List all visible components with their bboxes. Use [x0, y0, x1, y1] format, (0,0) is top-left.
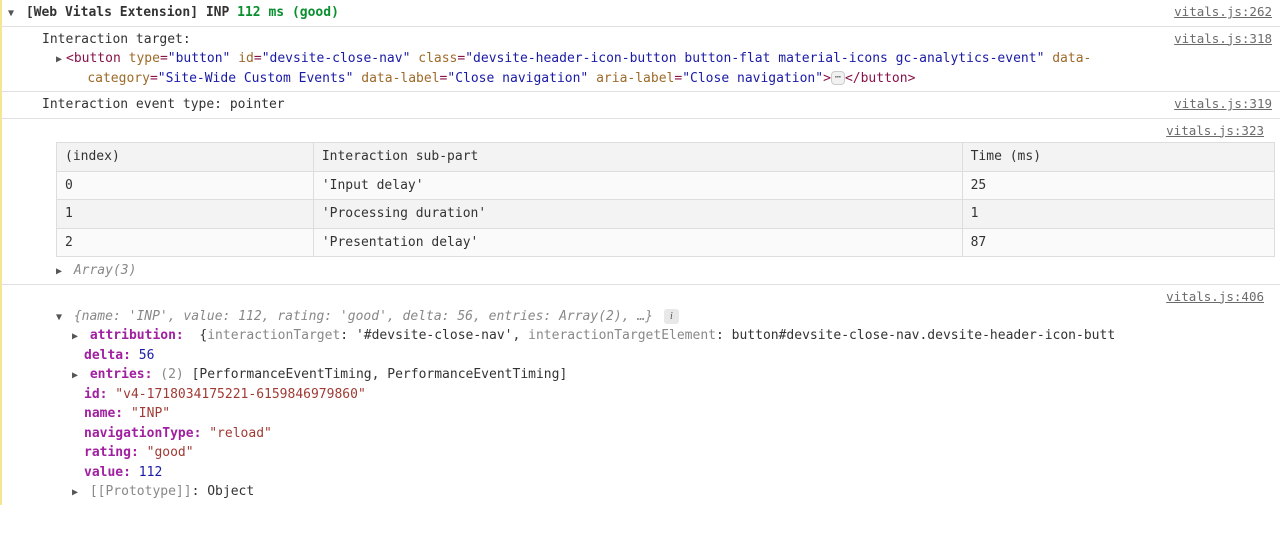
chevron-down-icon[interactable] — [8, 6, 18, 21]
info-icon[interactable]: i — [664, 309, 679, 324]
th-time: Time (ms) — [962, 143, 1275, 172]
prop-name: name: "INP" — [42, 404, 1280, 424]
object-preview[interactable]: {name: 'INP', value: 112, rating: 'good'… — [42, 307, 1280, 327]
table-row: 1 'Processing duration' 1 — [57, 200, 1275, 229]
chevron-right-icon[interactable] — [72, 368, 82, 383]
source-link[interactable]: vitals.js:406 — [1166, 288, 1272, 307]
prop-rating: rating: "good" — [42, 443, 1280, 463]
prop-value: value: 112 — [42, 463, 1280, 483]
log-object-block: vitals.js:406 {name: 'INP', value: 112, … — [0, 285, 1280, 505]
log-prefix: [Web Vitals Extension] INP — [26, 5, 237, 20]
prop-navigationType: navigationType: "reload" — [42, 424, 1280, 444]
chevron-right-icon[interactable] — [56, 264, 66, 279]
source-link[interactable]: vitals.js:319 — [1174, 95, 1280, 114]
table-row: 0 'Input delay' 25 — [57, 171, 1275, 200]
chevron-right-icon[interactable] — [56, 52, 66, 67]
prop-attribution[interactable]: attribution: {interactionTarget: '#devsi… — [42, 326, 1280, 346]
source-link[interactable]: vitals.js:323 — [1166, 122, 1272, 141]
log-event-type: Interaction event type: pointer vitals.j… — [0, 92, 1280, 119]
prop-prototype[interactable]: [[Prototype]]: Object — [42, 482, 1280, 502]
th-index: (index) — [57, 143, 314, 172]
attribution-table: (index) Interaction sub-part Time (ms) 0… — [56, 142, 1275, 257]
chevron-right-icon[interactable] — [72, 485, 82, 500]
label: Interaction target: — [42, 32, 191, 47]
log-group-header: [Web Vitals Extension] INP 112 ms (good)… — [0, 0, 1280, 27]
log-value: 112 ms (good) — [237, 5, 339, 20]
source-link[interactable]: vitals.js:262 — [1174, 3, 1280, 22]
th-subpart: Interaction sub-part — [313, 143, 962, 172]
prop-id: id: "v4-1718034175221-6159846979860" — [42, 385, 1280, 405]
source-link[interactable]: vitals.js:318 — [1174, 30, 1280, 49]
prop-delta: delta: 56 — [42, 346, 1280, 366]
ellipsis-icon[interactable]: ⋯ — [831, 71, 845, 85]
chevron-down-icon[interactable] — [56, 310, 66, 325]
prop-entries[interactable]: entries: (2) [PerformanceEventTiming, Pe… — [42, 365, 1280, 385]
array-summary[interactable]: Array(3) — [42, 261, 1280, 281]
chevron-right-icon[interactable] — [72, 329, 82, 344]
text: Interaction event type: pointer — [42, 97, 285, 112]
table-row: 2 'Presentation delay' 87 — [57, 228, 1275, 257]
dom-element[interactable]: <button type="button" id="devsite-close-… — [42, 49, 1280, 88]
log-table-block: vitals.js:323 (index) Interaction sub-pa… — [0, 119, 1280, 285]
log-interaction-target: Interaction target: vitals.js:318 <butto… — [0, 27, 1280, 93]
